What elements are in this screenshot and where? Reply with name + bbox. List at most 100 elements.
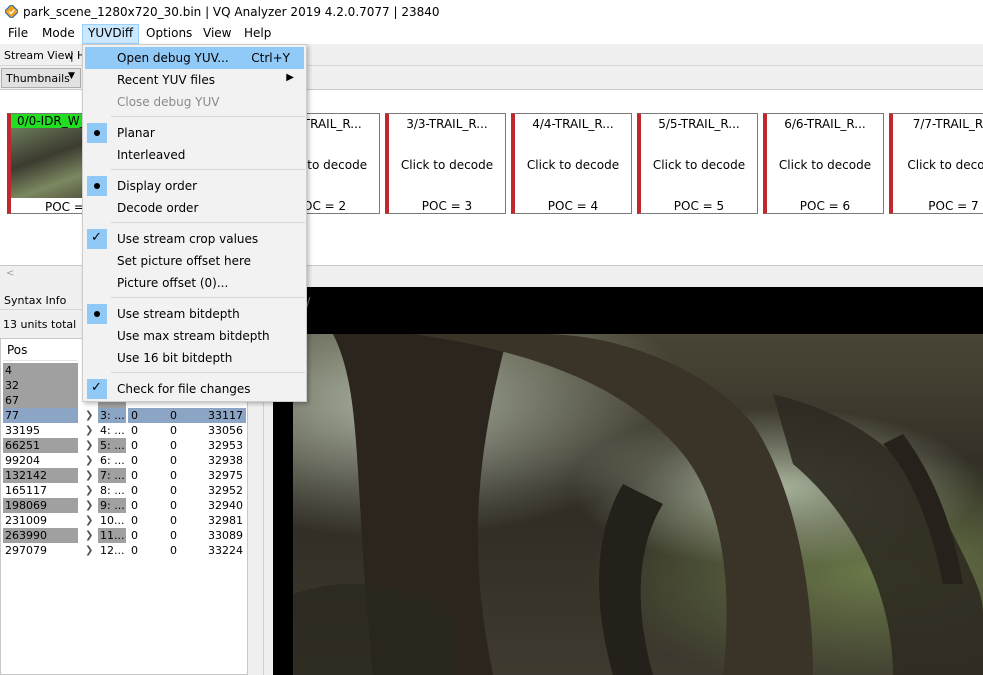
menu-separator [111, 169, 305, 170]
cell-a: 0 [131, 439, 138, 452]
column-header-pos[interactable]: Pos [3, 340, 78, 361]
menu-check-file-changes[interactable]: ✓ Check for file changes [85, 378, 304, 400]
expand-arrow-icon[interactable]: ❯ [85, 468, 95, 483]
thumbnail-status: Click to decode [907, 158, 983, 172]
menu-use-stream-bitdepth[interactable]: Use stream bitdepth [85, 303, 304, 325]
checkmark-icon: ✓ [87, 229, 107, 249]
window-title: park_scene_1280x720_30.bin | VQ Analyzer… [23, 5, 440, 19]
cell-pos: 67 [3, 393, 78, 408]
table-row[interactable]: 198069 ❯ 9: ... 0 0 32940 [3, 498, 246, 513]
cell-name: 9: ... [98, 498, 126, 513]
cell-name: 8: ... [100, 484, 125, 497]
cell-pos: 297079 [5, 544, 47, 557]
thumbnail-poc: POC = 7 [928, 199, 979, 213]
expand-arrow-icon[interactable]: ❯ [85, 438, 95, 453]
menu-set-picture-offset[interactable]: Set picture offset here [85, 250, 304, 272]
thumbnail-status: Click to decode [400, 158, 494, 172]
menu-planar[interactable]: Planar [85, 122, 304, 144]
dropdown-arrow-icon: ▼ [68, 71, 75, 81]
cell-a: 0 [131, 469, 138, 482]
table-row[interactable]: 231009 ❯ 10... 0 0 32981 [3, 513, 246, 528]
menu-use-stream-crop[interactable]: ✓ Use stream crop values [85, 228, 304, 250]
table-row[interactable]: 297079 ❯ 12... 0 0 33224 [3, 543, 246, 558]
table-row[interactable]: 33195 ❯ 4: ... 0 0 33056 [3, 423, 246, 438]
table-row[interactable]: 99204 ❯ 6: ... 0 0 32938 [3, 453, 246, 468]
thumbnail-frame-7[interactable]: 7/7-TRAIL_R... Click to decode POC = 7 [889, 113, 983, 214]
cell-pos: 198069 [3, 498, 78, 513]
menu-open-debug-yuv[interactable]: Open debug YUV... Ctrl+Y [85, 47, 304, 69]
stream-view-tab[interactable]: Stream View [4, 49, 73, 62]
cell-b: 0 [158, 408, 198, 423]
menu-help[interactable]: Help [239, 24, 276, 44]
thumbnail-poc: POC = 4 [547, 199, 599, 213]
menu-decode-order[interactable]: Decode order [85, 197, 304, 219]
menu-recent-yuv-files[interactable]: Recent YUV files ▶ [85, 69, 304, 91]
menu-use-max-stream-bitdepth[interactable]: Use max stream bitdepth [85, 325, 304, 347]
table-row[interactable]: 263990 ❯ 11... 0 0 33089 [3, 528, 246, 543]
cell-size: 33056 [208, 424, 243, 437]
menu-picture-offset[interactable]: Picture offset (0)... [85, 272, 304, 294]
thumbnail-frame-3[interactable]: 3/3-TRAIL_R... Click to decode POC = 3 [385, 113, 506, 214]
menu-view[interactable]: View [198, 24, 236, 44]
expand-arrow-icon[interactable]: ❯ [85, 528, 95, 543]
thumbnail-frame-4[interactable]: 4/4-TRAIL_R... Click to decode POC = 4 [511, 113, 632, 214]
menu-options[interactable]: Options [141, 24, 197, 44]
cell-b: 0 [170, 454, 177, 467]
cell-name: 10... [100, 514, 125, 527]
cell-size: 32952 [208, 484, 243, 497]
radio-selected-icon [87, 304, 107, 324]
checkmark-icon: ✓ [87, 379, 107, 399]
menu-use-max-stream-bitdepth-label: Use max stream bitdepth [117, 329, 270, 343]
cell-size: 32953 [208, 439, 243, 452]
thumbnail-frame-6[interactable]: 6/6-TRAIL_R... Click to decode POC = 6 [763, 113, 884, 214]
view-mode-select[interactable]: Thumbnails ▼ [1, 68, 81, 88]
radio-selected-icon [87, 176, 107, 196]
table-row[interactable]: 66251 ❯ 5: ... 0 0 32953 [3, 438, 246, 453]
cell-size: 33089 [208, 529, 243, 542]
menu-picture-offset-label: Picture offset (0)... [117, 276, 229, 290]
cell-a: 0 [131, 484, 138, 497]
menu-close-debug-yuv-label: Close debug YUV [117, 95, 220, 109]
expand-arrow-icon[interactable]: ❯ [85, 408, 95, 423]
cell-b: 0 [170, 469, 177, 482]
cell-a: 0 [131, 544, 138, 557]
expand-arrow-icon[interactable]: ❯ [85, 423, 95, 438]
syntax-info-title: Syntax Info [4, 294, 67, 307]
menu-display-order[interactable]: Display order [85, 175, 304, 197]
cell-size: 32975 [208, 469, 243, 482]
cell-pos: 33195 [5, 424, 40, 437]
decoded-frame-image[interactable] [293, 334, 983, 675]
table-row[interactable]: 165117 ❯ 8: ... 0 0 32952 [3, 483, 246, 498]
table-row[interactable]: 132142 ❯ 7: ... 0 0 32975 [3, 468, 246, 483]
menu-planar-label: Planar [117, 126, 155, 140]
menu-file[interactable]: File [3, 24, 33, 44]
menu-mode[interactable]: Mode [37, 24, 80, 44]
cell-size: 32938 [208, 454, 243, 467]
cell-b: 0 [170, 544, 177, 557]
menu-use-16-bit-bitdepth[interactable]: Use 16 bit bitdepth [85, 347, 304, 369]
menu-interleaved[interactable]: Interleaved [85, 144, 304, 166]
cell-name: 5: ... [98, 438, 126, 453]
thumbnail-status: Click to decode [526, 158, 620, 172]
cell-name: 4: ... [100, 424, 125, 437]
cell-b: 0 [170, 514, 177, 527]
thumbnail-frame-5[interactable]: 5/5-TRAIL_R... Click to decode POC = 5 [637, 113, 758, 214]
menu-decode-order-label: Decode order [117, 201, 199, 215]
expand-arrow-icon[interactable]: ❯ [85, 453, 95, 468]
cell-b: 0 [170, 499, 177, 512]
cell-a: 0 [131, 454, 138, 467]
expand-arrow-icon[interactable]: ❯ [85, 498, 95, 513]
scroll-left-arrow-icon[interactable]: < [6, 268, 14, 279]
cell-a: 0 [131, 514, 138, 527]
expand-arrow-icon[interactable]: ❯ [85, 543, 95, 558]
menu-use-stream-crop-label: Use stream crop values [117, 232, 259, 246]
app-icon [5, 5, 18, 18]
expand-arrow-icon[interactable]: ❯ [85, 513, 95, 528]
expand-arrow-icon[interactable]: ❯ [85, 483, 95, 498]
menu-open-debug-yuv-label: Open debug YUV... [117, 51, 229, 65]
cell-pos: 66251 [3, 438, 78, 453]
menu-set-picture-offset-label: Set picture offset here [117, 254, 252, 268]
thumbnail-status: Click to decode [652, 158, 746, 172]
table-row[interactable]: 77 ❯ 3: ... 0 0 33117 [3, 408, 246, 423]
menu-yuvdiff[interactable]: YUVDiff [82, 24, 140, 44]
